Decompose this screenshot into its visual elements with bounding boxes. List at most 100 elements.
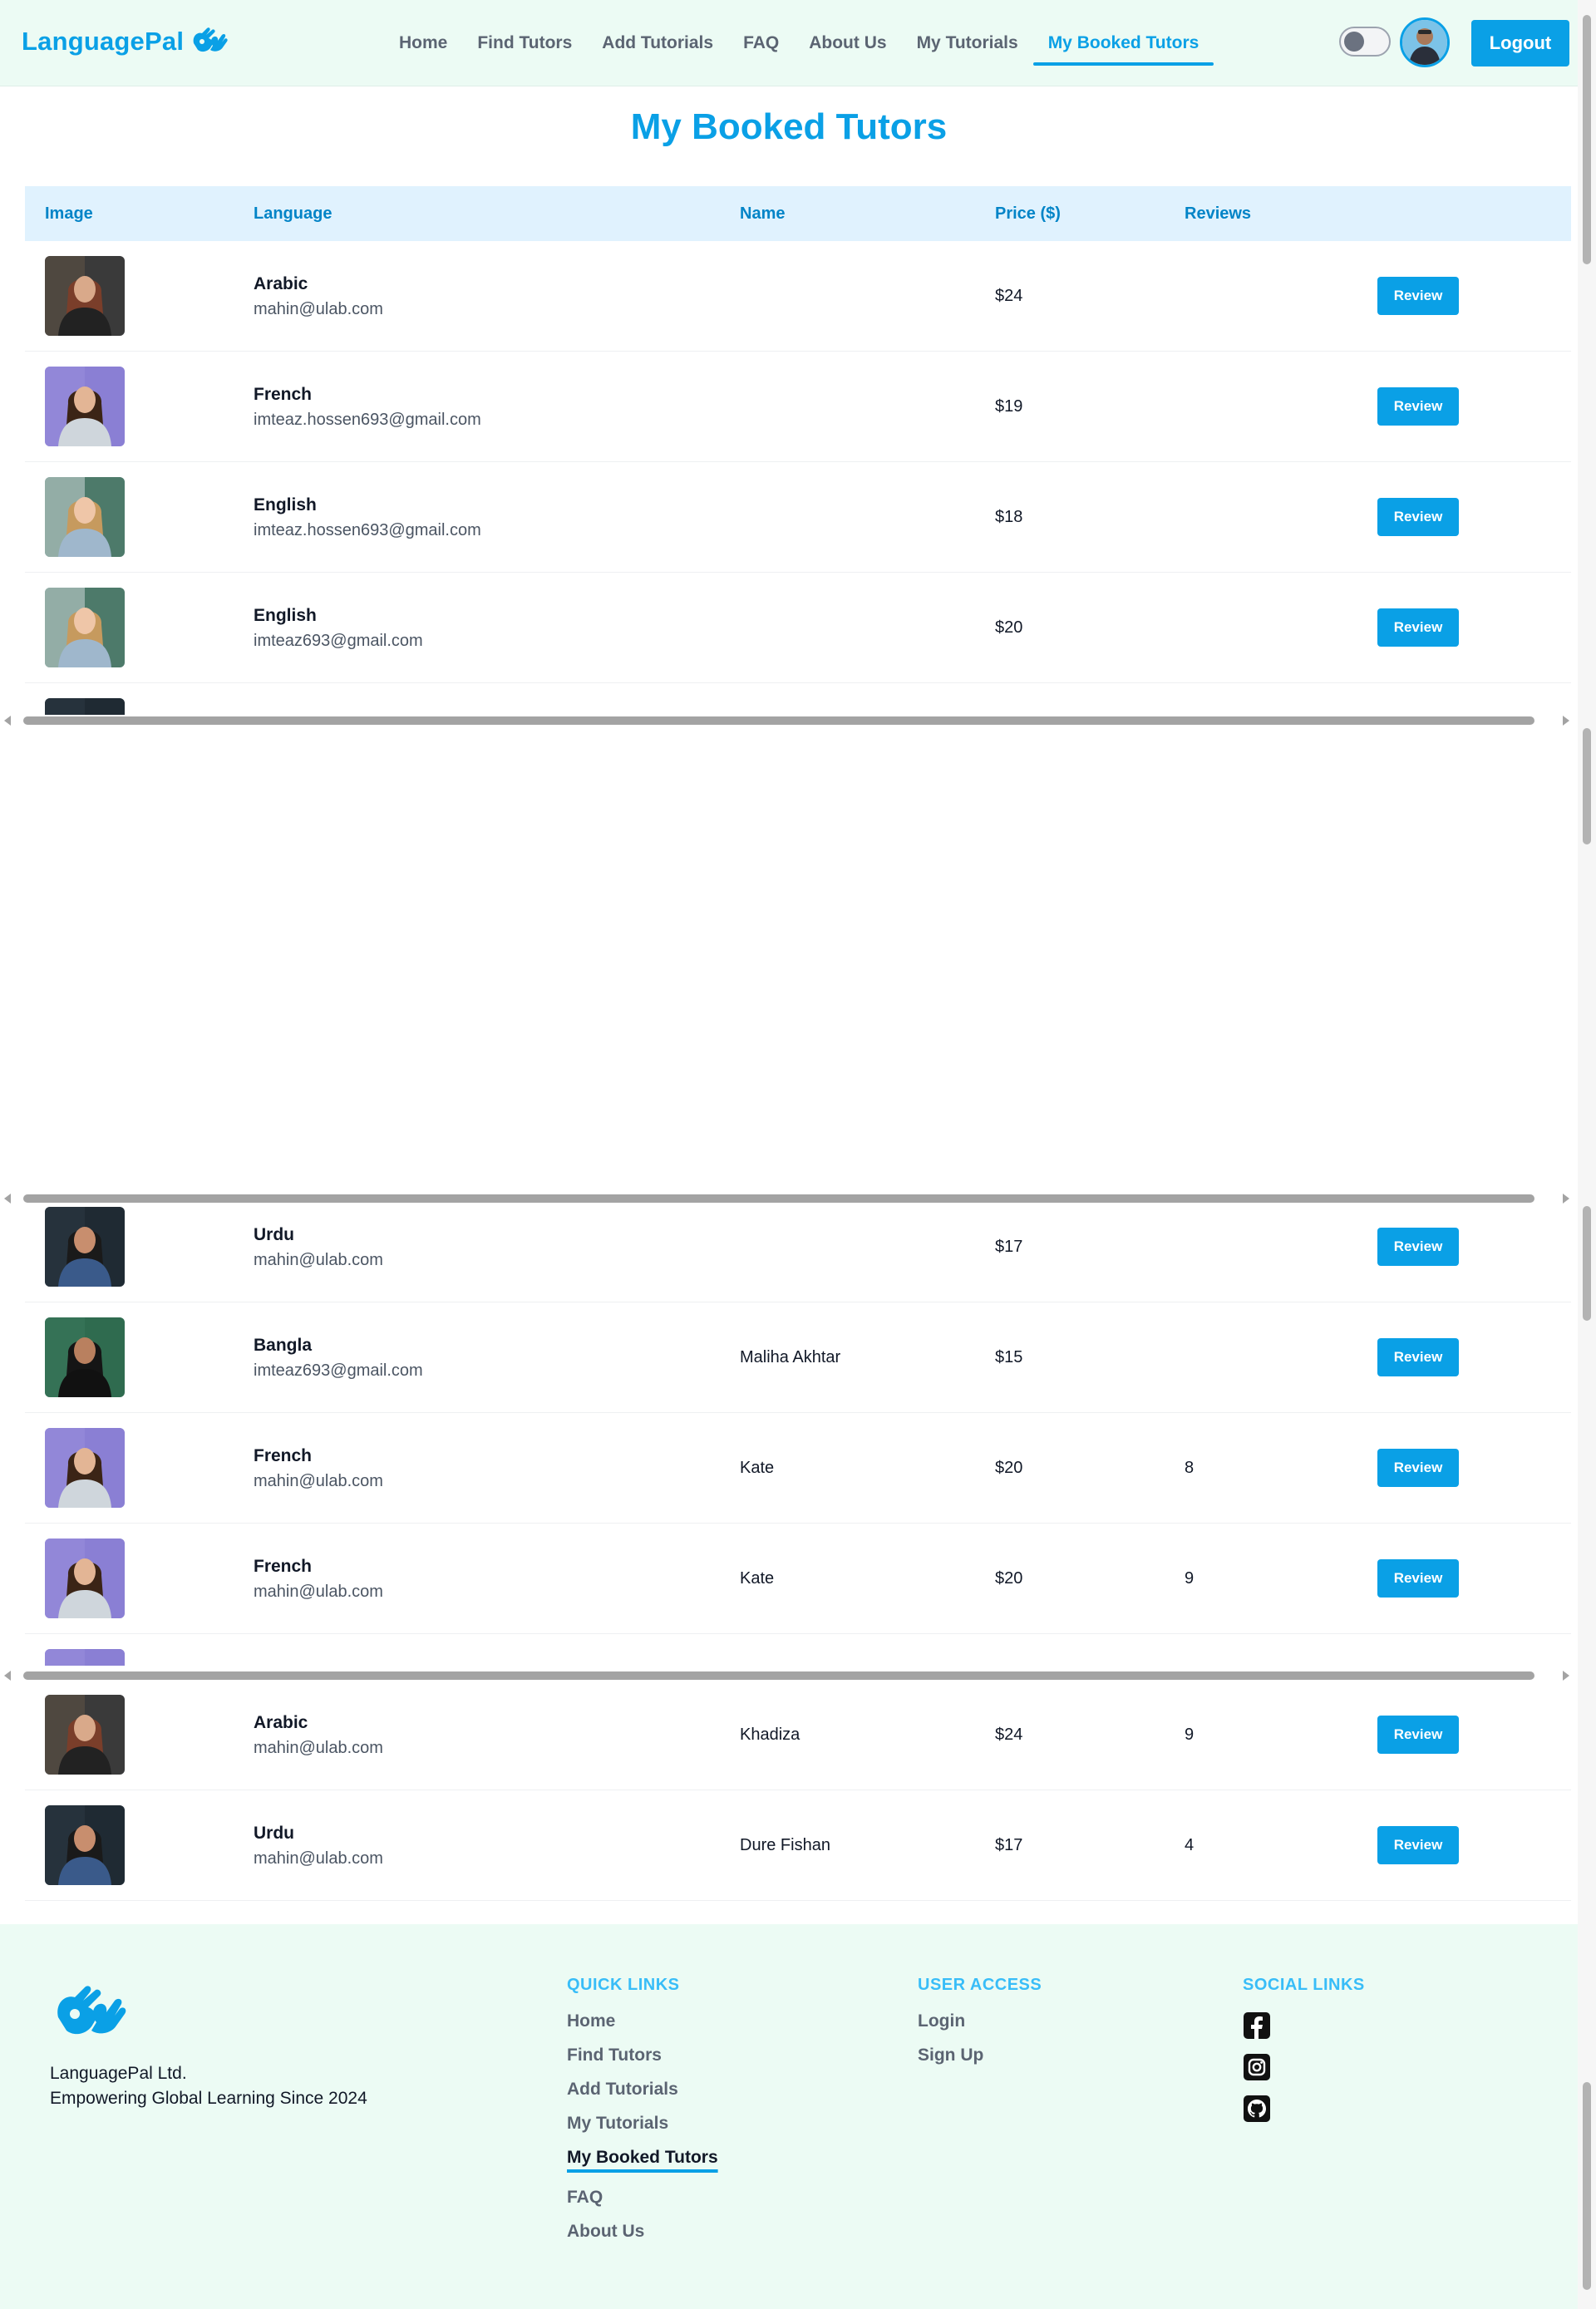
- tutor-email: imteaz.hossen693@gmail.com: [254, 411, 481, 429]
- review-button[interactable]: Review: [1377, 1716, 1459, 1754]
- instagram-icon[interactable]: [1243, 2053, 1271, 2081]
- tutor-reviews: 9: [1185, 1726, 1195, 1744]
- tutor-language: French: [254, 385, 313, 404]
- header-language: Language: [254, 204, 332, 223]
- tutor-email: mahin@ulab.com: [254, 300, 383, 318]
- table-horizontal-scrollbar-1[interactable]: [0, 711, 1578, 728]
- review-button[interactable]: Review: [1377, 1449, 1459, 1487]
- table-row: French mahin@ulab.com Kate $20 8 Review: [25, 1413, 1571, 1524]
- toggle-knob: [1344, 32, 1364, 52]
- review-button[interactable]: Review: [1377, 1228, 1459, 1266]
- footer-link-find-tutors[interactable]: Find Tutors: [567, 2046, 718, 2065]
- scrollbar-thumb-3[interactable]: [1583, 1206, 1591, 1321]
- footer: LanguagePal Ltd. Empowering Global Learn…: [0, 1924, 1578, 2309]
- company-name: LanguagePal Ltd.: [50, 2064, 187, 2083]
- tutor-language: French: [254, 1446, 313, 1465]
- table-row: Urdumahin@ulab.com$17Review: [25, 683, 1571, 715]
- tutor-language: English: [254, 495, 317, 514]
- tutor-email: mahin@ulab.com: [254, 1849, 383, 1868]
- avatar-photo: [1402, 20, 1447, 65]
- scroll-left-arrow-icon[interactable]: [4, 1194, 11, 1204]
- footer-link-home[interactable]: Home: [567, 2011, 718, 2031]
- tutor-photo: [45, 477, 125, 557]
- footer-social-links: SOCIAL LINKS: [1243, 1976, 1365, 2136]
- user-avatar[interactable]: [1400, 17, 1450, 67]
- horizontal-scroll-thumb[interactable]: [23, 716, 1534, 725]
- tutor-name: Kate: [740, 1459, 775, 1477]
- footer-link-add-tutorials[interactable]: Add Tutorials: [567, 2080, 718, 2100]
- review-button[interactable]: Review: [1377, 608, 1459, 647]
- tutor-price: $19: [995, 397, 1023, 416]
- nav-link-find-tutors[interactable]: Find Tutors: [462, 0, 587, 86]
- tutor-photo: [45, 1649, 125, 1666]
- tutor-photo: [45, 1317, 125, 1397]
- table-body-section-3[interactable]: Arabic mahin@ulab.com Khadiza $24 9 Review Urd…: [25, 1680, 1571, 1901]
- horizontal-scroll-thumb[interactable]: [23, 1194, 1534, 1203]
- tutor-price: $17: [995, 1836, 1023, 1854]
- nav-links: Home Find Tutors Add Tutorials FAQ About Us M…: [384, 0, 1214, 86]
- github-icon[interactable]: [1243, 2095, 1271, 2123]
- tutor-language: French: [254, 1557, 313, 1576]
- footer-link-faq[interactable]: FAQ: [567, 2188, 718, 2208]
- table-horizontal-scrollbar-2[interactable]: [0, 1189, 1578, 1206]
- theme-toggle[interactable]: [1339, 27, 1391, 57]
- facebook-icon[interactable]: [1243, 2011, 1271, 2040]
- footer-link-my-booked-tutors[interactable]: My Booked Tutors: [567, 2148, 718, 2168]
- scrollbar-thumb-1[interactable]: [1583, 15, 1591, 264]
- table-row: French imteaz.hossen693@gmail.com $19 Revie…: [25, 352, 1571, 462]
- tutor-email: imteaz.hossen693@gmail.com: [254, 521, 481, 539]
- review-button[interactable]: Review: [1377, 277, 1459, 315]
- review-button[interactable]: Review: [1377, 1338, 1459, 1376]
- tutor-price: $24: [995, 287, 1023, 305]
- tutor-photo: [45, 1695, 125, 1775]
- footer-link-my-tutorials[interactable]: My Tutorials: [567, 2114, 718, 2134]
- tutor-price: $24: [995, 1726, 1023, 1744]
- tutor-price: $20: [995, 1569, 1023, 1588]
- table-body-section-2[interactable]: Urdu mahin@ulab.com $17 Review Bangla imteaz6…: [25, 1192, 1571, 1666]
- scroll-left-arrow-icon[interactable]: [4, 1671, 11, 1681]
- footer-quick-links: QUICK LINKS Home Find Tutors Add Tutorials…: [567, 1976, 718, 2256]
- table-body-section-1[interactable]: Arabic mahin@ulab.com $24 Review French imtea…: [25, 241, 1571, 715]
- tutor-photo: [45, 1805, 125, 1885]
- table-row: Bangla imteaz693@gmail.com Maliha Akhtar $1…: [25, 1302, 1571, 1413]
- nav-link-faq[interactable]: FAQ: [728, 0, 794, 86]
- footer-link-login[interactable]: Login: [918, 2011, 1042, 2031]
- nav-link-my-booked-tutors[interactable]: My Booked Tutors: [1032, 0, 1214, 86]
- nav-link-my-tutorials[interactable]: My Tutorials: [902, 0, 1033, 86]
- footer-link-sign-up[interactable]: Sign Up: [918, 2046, 1042, 2065]
- nav-link-about-us[interactable]: About Us: [794, 0, 901, 86]
- logout-button[interactable]: Logout: [1471, 20, 1569, 66]
- nav-link-add-tutorials[interactable]: Add Tutorials: [587, 0, 728, 86]
- table-horizontal-scrollbar-3[interactable]: [0, 1667, 1578, 1683]
- company-tagline: Empowering Global Learning Since 2024: [50, 2089, 367, 2108]
- tutor-language: English: [254, 606, 317, 625]
- quick-links-list: Home Find Tutors Add Tutorials My Tutorials…: [567, 2011, 718, 2242]
- tutor-language: Bangla: [254, 1336, 313, 1355]
- horizontal-scroll-thumb[interactable]: [23, 1671, 1534, 1680]
- review-button[interactable]: Review: [1377, 498, 1459, 536]
- tutor-reviews: 9: [1185, 1569, 1195, 1588]
- table-row: FrenchKate$2013Review: [25, 1634, 1571, 1666]
- brand[interactable]: LanguagePal: [22, 25, 229, 58]
- review-button[interactable]: Review: [1377, 1826, 1459, 1864]
- footer-link-about-us[interactable]: About Us: [567, 2222, 718, 2242]
- tutor-email: imteaz693@gmail.com: [254, 1361, 423, 1380]
- scroll-right-arrow-icon[interactable]: [1563, 1194, 1569, 1204]
- tutor-name: Maliha Akhtar: [740, 1348, 841, 1366]
- scrollbar-thumb-2[interactable]: [1583, 728, 1591, 844]
- review-button[interactable]: Review: [1377, 387, 1459, 426]
- navbar: LanguagePal Home Find Tutors Add Tutorials…: [0, 0, 1578, 86]
- tutor-email: imteaz693@gmail.com: [254, 632, 423, 650]
- nav-link-home[interactable]: Home: [384, 0, 462, 86]
- tutor-reviews: 8: [1185, 1459, 1195, 1477]
- scroll-left-arrow-icon[interactable]: [4, 716, 11, 726]
- tutor-price: $15: [995, 1348, 1023, 1366]
- tutor-name: Dure Fishan: [740, 1836, 830, 1854]
- scroll-right-arrow-icon[interactable]: [1563, 716, 1569, 726]
- scroll-right-arrow-icon[interactable]: [1563, 1671, 1569, 1681]
- scrollbar-thumb-4[interactable]: [1583, 2082, 1591, 2290]
- review-button[interactable]: Review: [1377, 1559, 1459, 1598]
- table-row: English imteaz693@gmail.com $20 Review: [25, 573, 1571, 683]
- page-vertical-scrollbar[interactable]: [1578, 0, 1596, 2309]
- tutor-email: mahin@ulab.com: [254, 1739, 383, 1757]
